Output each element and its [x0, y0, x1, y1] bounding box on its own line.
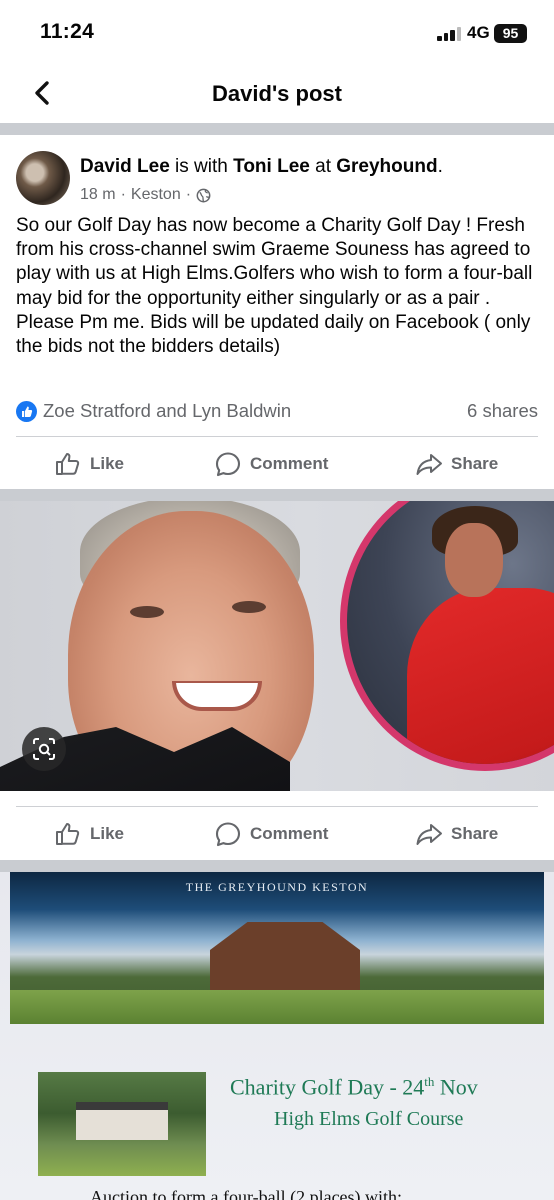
like-reaction-icon [16, 401, 37, 422]
poster-title-text: Charity Golf Day - 24 [230, 1074, 425, 1100]
with-text: is with [169, 156, 234, 177]
like-button[interactable]: Like [54, 442, 124, 486]
post-meta: 18 m · Keston · [80, 186, 211, 204]
shares-count[interactable]: 6 shares [467, 400, 538, 422]
reaction-names[interactable]: Zoe Stratford and Lyn Baldwin [43, 400, 291, 422]
comment-icon [215, 822, 241, 847]
share-button[interactable]: Share [415, 442, 498, 486]
poster-auction-line: Auction to form a four-ball (2 places) w… [90, 1187, 403, 1200]
comment-button[interactable]: Comment [214, 442, 328, 486]
photo-inset [340, 501, 554, 771]
share-button[interactable]: Share [415, 812, 498, 856]
post-photo-poster[interactable]: THE GREYHOUND KESTON Charity Golf Day - … [0, 872, 554, 1200]
thumbs-up-icon [56, 453, 80, 475]
separator: · [185, 186, 192, 203]
share-label: Share [451, 454, 499, 473]
post-author-line: David Lee is with Toni Lee at Greyhound. [80, 156, 443, 178]
divider [16, 436, 538, 437]
avatar[interactable] [16, 151, 70, 205]
share-icon [416, 454, 442, 475]
photo-eye [130, 606, 164, 618]
globe-icon [196, 188, 211, 202]
post-location[interactable]: Keston [131, 186, 181, 204]
poster-title-sup: th [424, 1074, 435, 1089]
post-time[interactable]: 18 m [80, 186, 116, 204]
poster-title: Charity Golf Day - 24th Nov [230, 1074, 478, 1100]
post-body: So our Golf Day has now become a Charity… [16, 215, 533, 358]
visual-search-button[interactable] [22, 727, 66, 771]
place-name[interactable]: Greyhound [336, 156, 437, 177]
divider [0, 123, 554, 135]
share-icon [416, 824, 442, 845]
period: . [437, 156, 443, 177]
status-time: 11:24 [40, 20, 95, 43]
separator: · [120, 186, 126, 203]
post-photo[interactable] [0, 501, 554, 791]
camera-search-icon [33, 738, 55, 760]
signal-icon [437, 27, 463, 41]
poster-title-end: Nov [434, 1074, 478, 1100]
photo-eye [232, 601, 266, 613]
poster-grass [10, 990, 544, 1024]
battery-icon: 95 [494, 24, 527, 43]
page-header: David's post [0, 64, 554, 122]
comment-label: Comment [250, 824, 329, 843]
poster-clubhouse-photo [38, 1072, 206, 1176]
action-bar: Like Comment Share [0, 812, 554, 856]
comment-label: Comment [250, 454, 329, 473]
poster-subtitle: High Elms Golf Course [274, 1108, 464, 1130]
photo-kit [407, 588, 554, 764]
action-bar: Like Comment Share [0, 442, 554, 486]
page-title: David's post [212, 81, 342, 106]
reactions-row[interactable]: Zoe Stratford and Lyn Baldwin 6 shares [16, 399, 538, 425]
tagged-name[interactable]: Toni Lee [233, 156, 310, 177]
like-button[interactable]: Like [54, 812, 124, 856]
network-label: 4G [467, 23, 490, 42]
like-label: Like [90, 454, 125, 473]
comment-icon [215, 452, 241, 477]
poster-clubhouse [76, 1102, 168, 1140]
status-bar: 11:24 4G 95 [0, 0, 554, 64]
divider [16, 806, 538, 807]
share-label: Share [451, 824, 499, 843]
divider [0, 860, 554, 872]
photo-kit-face [445, 523, 503, 597]
comment-button[interactable]: Comment [214, 812, 328, 856]
thumbs-up-icon [56, 823, 80, 845]
poster-header: THE GREYHOUND KESTON [185, 880, 369, 894]
at-text: at [309, 156, 337, 177]
divider [0, 489, 554, 501]
like-label: Like [90, 824, 125, 843]
author-name[interactable]: David Lee [80, 156, 170, 177]
